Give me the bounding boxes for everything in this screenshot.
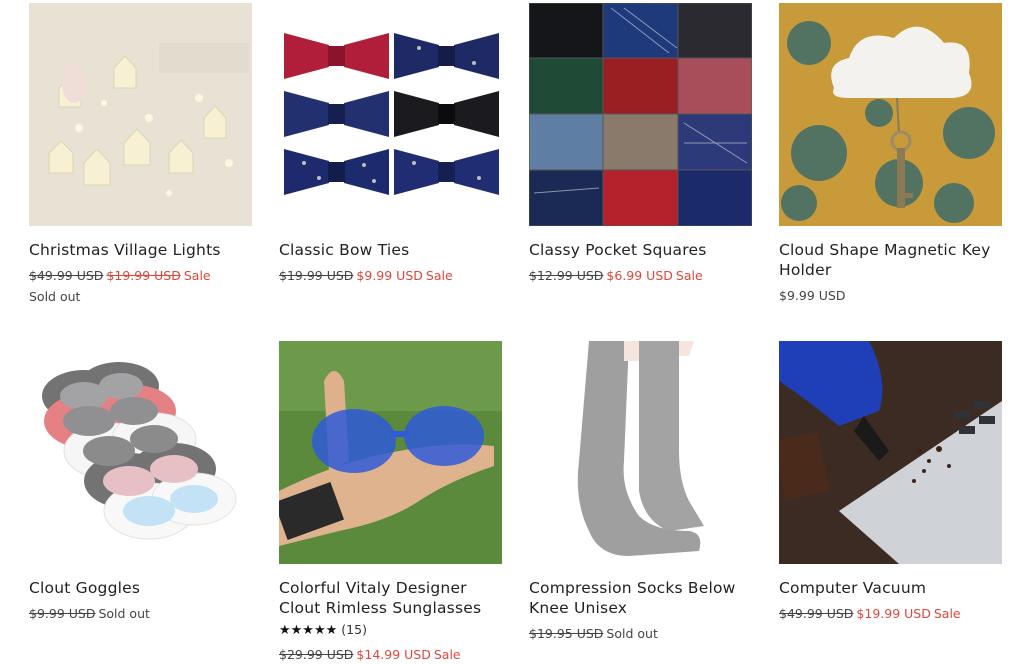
product-title[interactable]: Clout Goggles: [29, 578, 253, 598]
compare-price: $49.99 USD: [779, 606, 854, 621]
product-image[interactable]: [779, 3, 1002, 226]
sale-label: Sale: [933, 606, 961, 621]
product-price: $49.99 USD $19.99 USD Sale: [779, 605, 1003, 623]
sale-price: $19.99 USD: [106, 268, 181, 283]
sale-label: Sale: [433, 647, 461, 662]
sold-out-label: Sold out: [98, 606, 150, 621]
compare-price: $49.99 USD: [29, 268, 104, 283]
product-image[interactable]: [29, 341, 252, 564]
product-image[interactable]: [529, 3, 752, 226]
product-card[interactable]: Cloud Shape Magnetic Key Holder $9.99 US…: [779, 3, 1003, 305]
sold-out-label: Sold out: [29, 289, 81, 304]
product-price: $49.99 USD $19.99 USD Sale Sold out: [29, 267, 253, 306]
product-image[interactable]: [779, 341, 1002, 564]
compare-price: $9.99 USD: [29, 606, 96, 621]
product-image[interactable]: [29, 3, 252, 226]
product-title[interactable]: Compression Socks Below Knee Unisex: [529, 578, 753, 618]
sold-out-label: Sold out: [606, 626, 658, 641]
sale-label: Sale: [675, 268, 703, 283]
product-card[interactable]: Clout Goggles $9.99 USD Sold out: [29, 341, 253, 623]
product-image[interactable]: [279, 3, 502, 226]
product-card[interactable]: Classic Bow Ties $19.99 USD $9.99 USD Sale: [279, 3, 503, 285]
product-title[interactable]: Christmas Village Lights: [29, 240, 253, 260]
product-card[interactable]: Computer Vacuum $49.99 USD $19.99 USD Sale: [779, 341, 1003, 623]
key-holder-image: [779, 3, 1002, 226]
product-card[interactable]: Colorful Vitaly Designer Clout Rimless S…: [279, 341, 503, 664]
product-price: $9.99 USD: [779, 287, 1003, 305]
product-card[interactable]: Classy Pocket Squares $12.99 USD $6.99 US…: [529, 3, 753, 285]
product-card[interactable]: Christmas Village Lights $49.99 USD $19.9…: [29, 3, 253, 306]
computer-vacuum-image: [779, 341, 1002, 564]
product-title[interactable]: Classy Pocket Squares: [529, 240, 753, 260]
compare-price: $19.99 USD: [279, 268, 354, 283]
compare-price: $12.99 USD: [529, 268, 604, 283]
product-price: $12.99 USD $6.99 USD Sale: [529, 267, 753, 285]
sale-price: $6.99 USD: [606, 268, 673, 283]
product-price: $9.99 USD Sold out: [29, 605, 253, 623]
review-count: (15): [341, 622, 367, 637]
product-title[interactable]: Classic Bow Ties: [279, 240, 503, 260]
product-price: $29.99 USD $14.99 USD Sale: [279, 646, 503, 664]
sale-price: $19.99 USD: [856, 606, 931, 621]
product-card[interactable]: Compression Socks Below Knee Unisex $19.…: [529, 341, 753, 643]
product-title[interactable]: Colorful Vitaly Designer Clout Rimless S…: [279, 578, 503, 618]
sale-price: $9.99 USD: [356, 268, 423, 283]
compare-price: $19.95 USD: [529, 626, 604, 641]
product-image[interactable]: [529, 341, 752, 564]
bow-ties-image: [284, 33, 499, 195]
star-icon: ★★★★★: [279, 623, 338, 638]
product-price: $19.95 USD Sold out: [529, 625, 753, 643]
sale-label: Sale: [425, 268, 453, 283]
product-rating[interactable]: ★★★★★ (15): [279, 622, 503, 639]
product-image[interactable]: [279, 341, 502, 564]
sale-label: Sale: [183, 268, 211, 283]
regular-price: $9.99 USD: [779, 288, 846, 303]
product-title[interactable]: Computer Vacuum: [779, 578, 1003, 598]
product-price: $19.99 USD $9.99 USD Sale: [279, 267, 503, 285]
sunglasses-image: [279, 341, 502, 564]
sale-price: $14.99 USD: [356, 647, 431, 662]
compare-price: $29.99 USD: [279, 647, 354, 662]
product-title[interactable]: Cloud Shape Magnetic Key Holder: [779, 240, 1003, 280]
pocket-squares-image: [529, 3, 752, 226]
